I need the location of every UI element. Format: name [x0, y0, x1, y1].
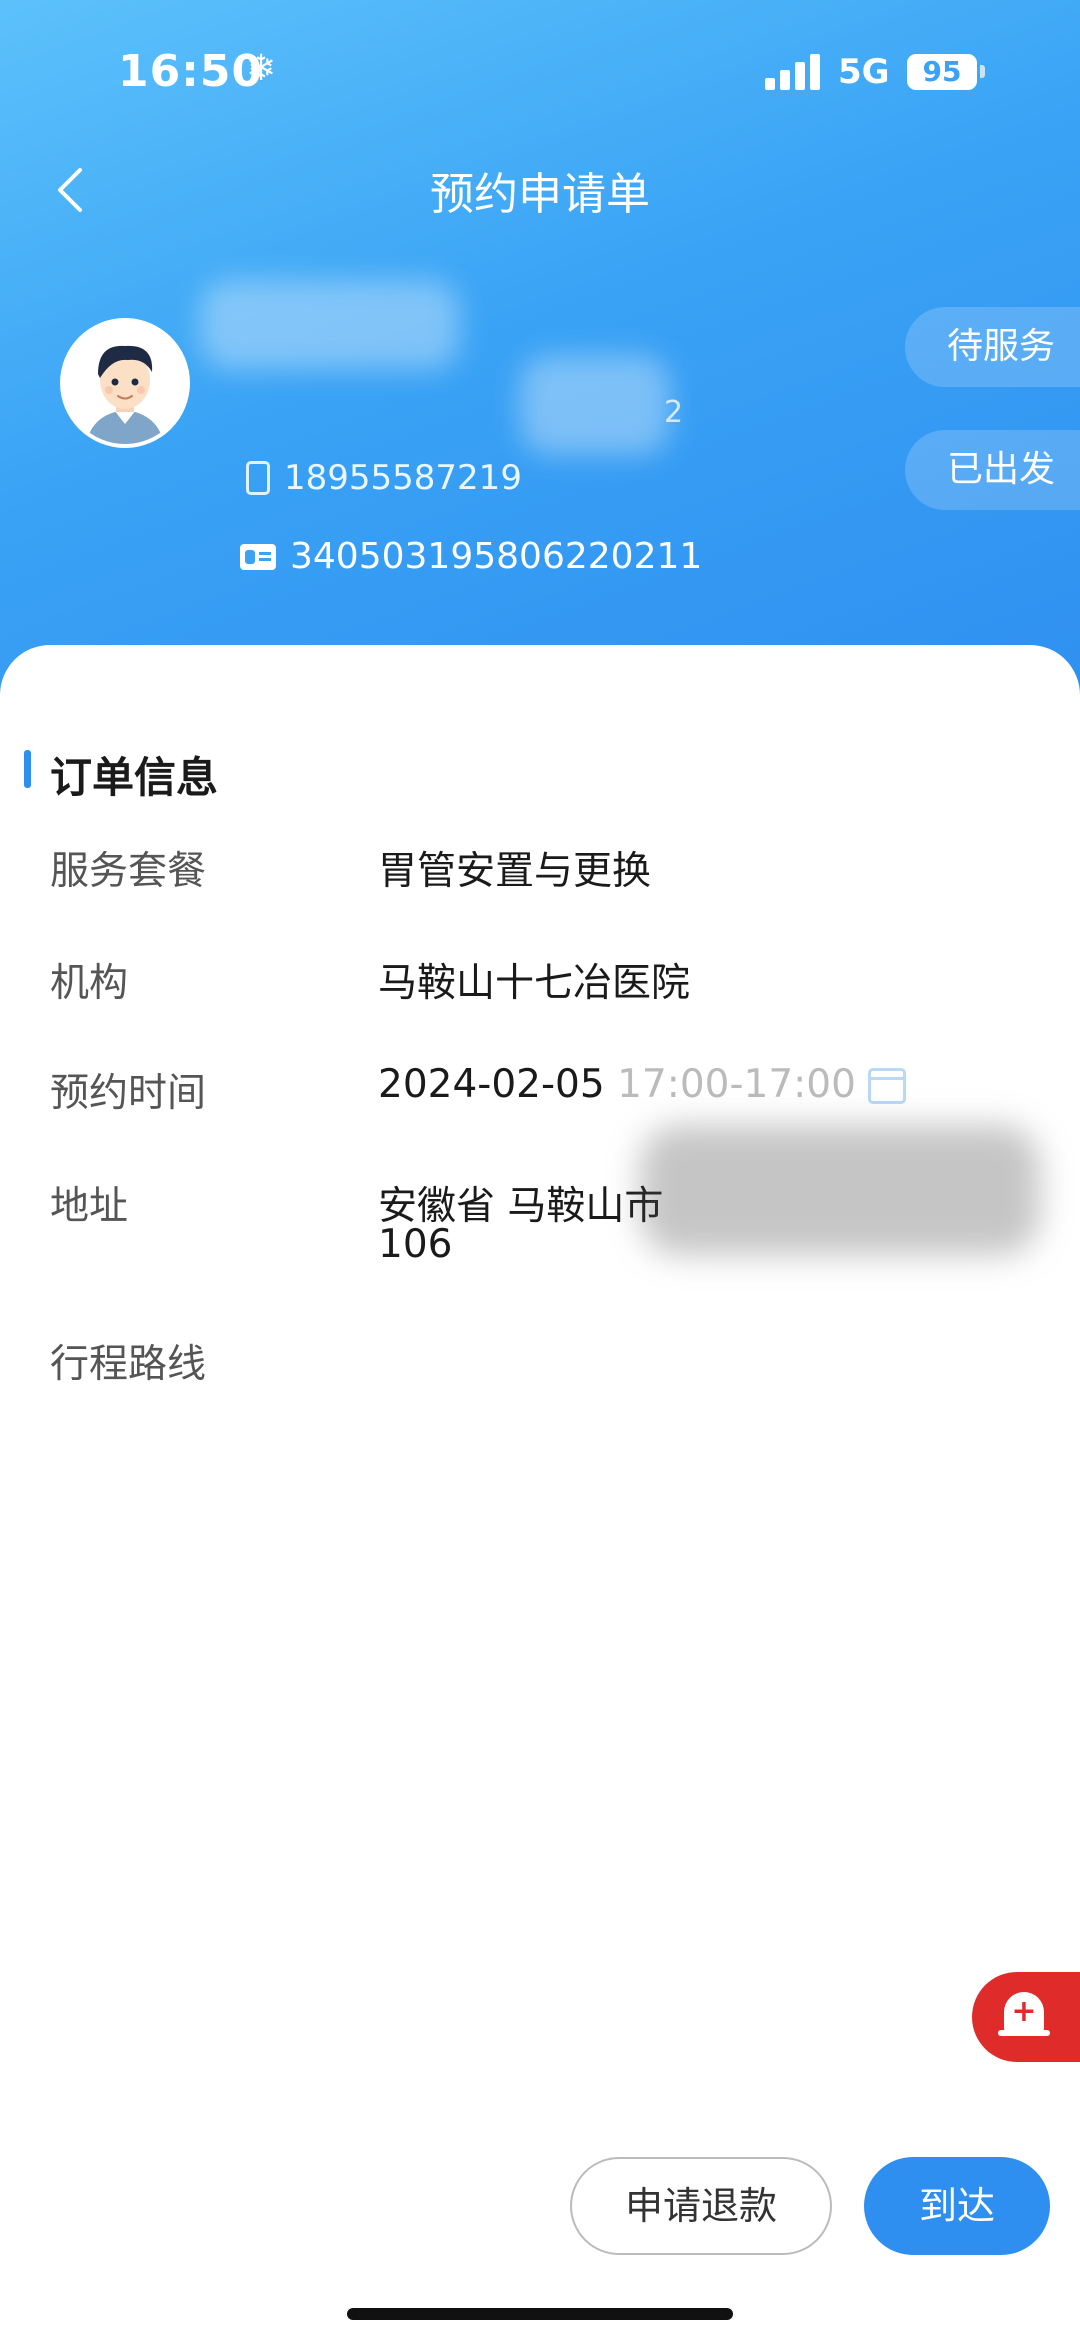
name-redaction-2	[520, 355, 670, 455]
status-time: 16:50	[118, 46, 264, 97]
arrive-button[interactable]: 到达	[864, 2157, 1050, 2255]
signal-icon	[765, 54, 825, 90]
battery-tip	[980, 65, 985, 78]
battery-icon: 95	[907, 54, 977, 90]
phone-number: 18955587219	[284, 458, 522, 498]
address-redaction	[640, 1125, 1040, 1255]
alarm-bell-base	[998, 2030, 1050, 2036]
phone-row: 18955587219	[246, 458, 522, 498]
appointment-date: 2024-02-05	[378, 1062, 605, 1107]
page-title: 预约申请单	[430, 169, 650, 220]
phone-icon	[246, 461, 270, 495]
status-bar: 16:50 ❄ 5G 95	[0, 40, 1080, 110]
network-type: 5G	[838, 52, 890, 92]
value-address-line2: 106	[378, 1222, 453, 1267]
section-title: 订单信息	[50, 753, 219, 802]
avatar-illustration	[64, 322, 186, 444]
label-address: 地址	[50, 1184, 129, 1229]
snowflake-icon: ❄	[246, 48, 277, 89]
appointment-timeslot: 17:00-17:00	[617, 1062, 856, 1107]
label-institution: 机构	[50, 961, 129, 1006]
sos-alarm-button[interactable]: +	[972, 1972, 1080, 2062]
status-tag-pending[interactable]: 待服务	[905, 307, 1080, 387]
name-redaction	[200, 280, 460, 370]
value-service-package: 胃管安置与更换	[378, 849, 652, 894]
avatar	[60, 318, 190, 448]
alarm-bell-icon: +	[1004, 1992, 1044, 2032]
calendar-icon[interactable]	[868, 1068, 906, 1104]
value-institution: 马鞍山十七冶医院	[378, 961, 691, 1006]
name-suffix: 2	[664, 395, 684, 430]
status-tag-departed[interactable]: 已出发	[905, 430, 1080, 510]
label-route: 行程路线	[50, 1342, 207, 1387]
order-card	[0, 645, 1080, 2341]
home-indicator	[347, 2308, 733, 2320]
label-appointment-time: 预约时间	[50, 1071, 207, 1116]
section-accent-bar	[24, 750, 31, 788]
id-row: 340503195806220211	[240, 536, 702, 577]
apply-refund-button[interactable]: 申请退款	[570, 2157, 832, 2255]
label-service-package: 服务套餐	[50, 849, 207, 894]
value-appointment-time: 2024-02-05 17:00-17:00	[378, 1062, 856, 1107]
id-number: 340503195806220211	[290, 536, 703, 577]
id-card-icon	[240, 543, 276, 570]
